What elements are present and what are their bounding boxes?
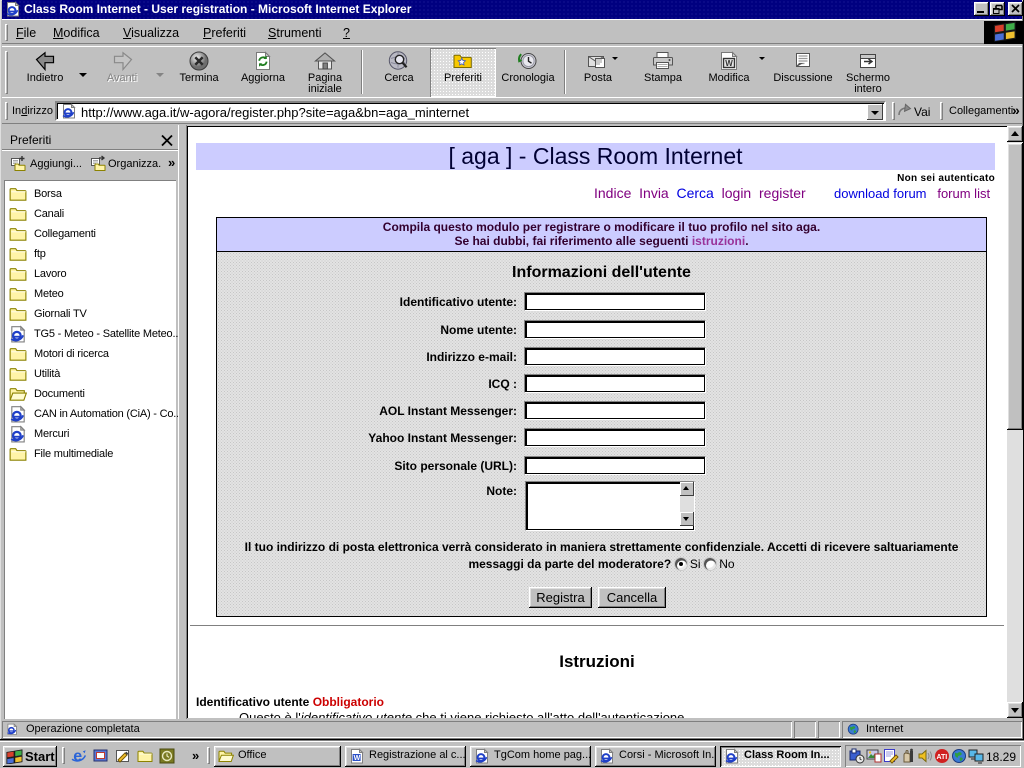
svg-text:ATI: ATI: [937, 754, 948, 761]
svg-text:W: W: [725, 59, 733, 68]
